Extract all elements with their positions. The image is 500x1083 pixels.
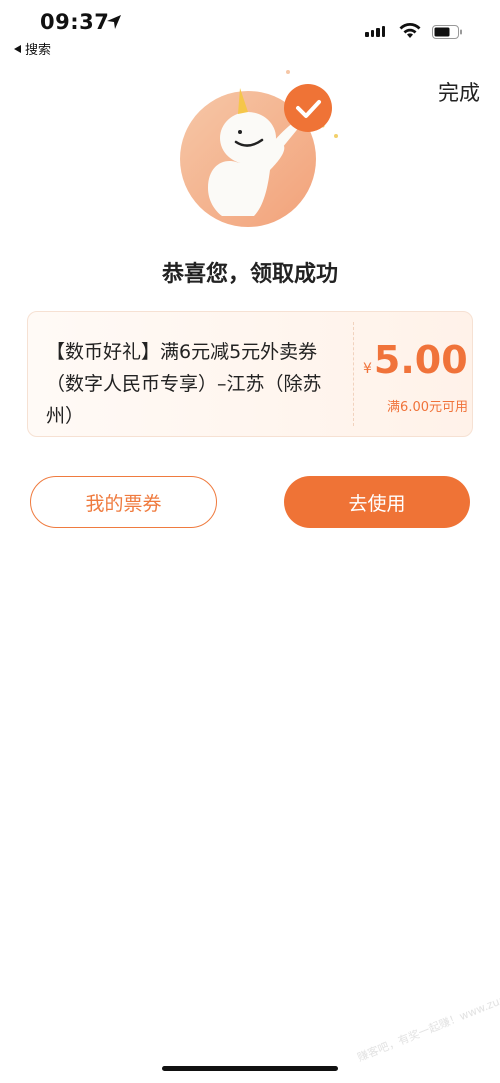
cellular-signal-icon bbox=[365, 26, 385, 37]
wifi-icon bbox=[399, 23, 421, 38]
location-arrow-icon bbox=[107, 15, 121, 29]
coupon-value: 5.00 bbox=[373, 338, 468, 382]
clock-time: 09:37 bbox=[40, 10, 110, 34]
currency-symbol: ¥ bbox=[363, 361, 372, 377]
status-bar: 09:37 搜索 bbox=[0, 0, 500, 58]
done-button[interactable]: 完成 bbox=[438, 77, 480, 107]
my-tickets-button[interactable]: 我的票券 bbox=[30, 476, 217, 528]
back-triangle-icon bbox=[14, 44, 21, 53]
success-title: 恭喜您，领取成功 bbox=[161, 262, 338, 287]
home-indicator bbox=[162, 1066, 338, 1071]
battery-icon bbox=[432, 25, 462, 39]
watermark: 赚客吧，有奖一起赚！www.zuanke8.com bbox=[355, 972, 500, 1065]
coupon-amount: ¥5.00 bbox=[363, 338, 468, 382]
coupon-condition: 满6.00元可用 bbox=[387, 400, 468, 415]
coupon-name: 【数币好礼】满6元减5元外卖券（数字人民币专享）–江苏（除苏州） bbox=[46, 341, 322, 427]
success-mascot-illustration bbox=[180, 70, 338, 227]
back-to-search-button[interactable]: 搜索 bbox=[14, 39, 51, 58]
use-now-button[interactable]: 去使用 bbox=[284, 476, 470, 528]
back-label: 搜索 bbox=[25, 43, 52, 58]
coupon-divider bbox=[353, 322, 354, 426]
coupon-card[interactable]: 【数币好礼】满6元减5元外卖券（数字人民币专享）–江苏（除苏州） ¥5.00 满… bbox=[27, 311, 473, 437]
